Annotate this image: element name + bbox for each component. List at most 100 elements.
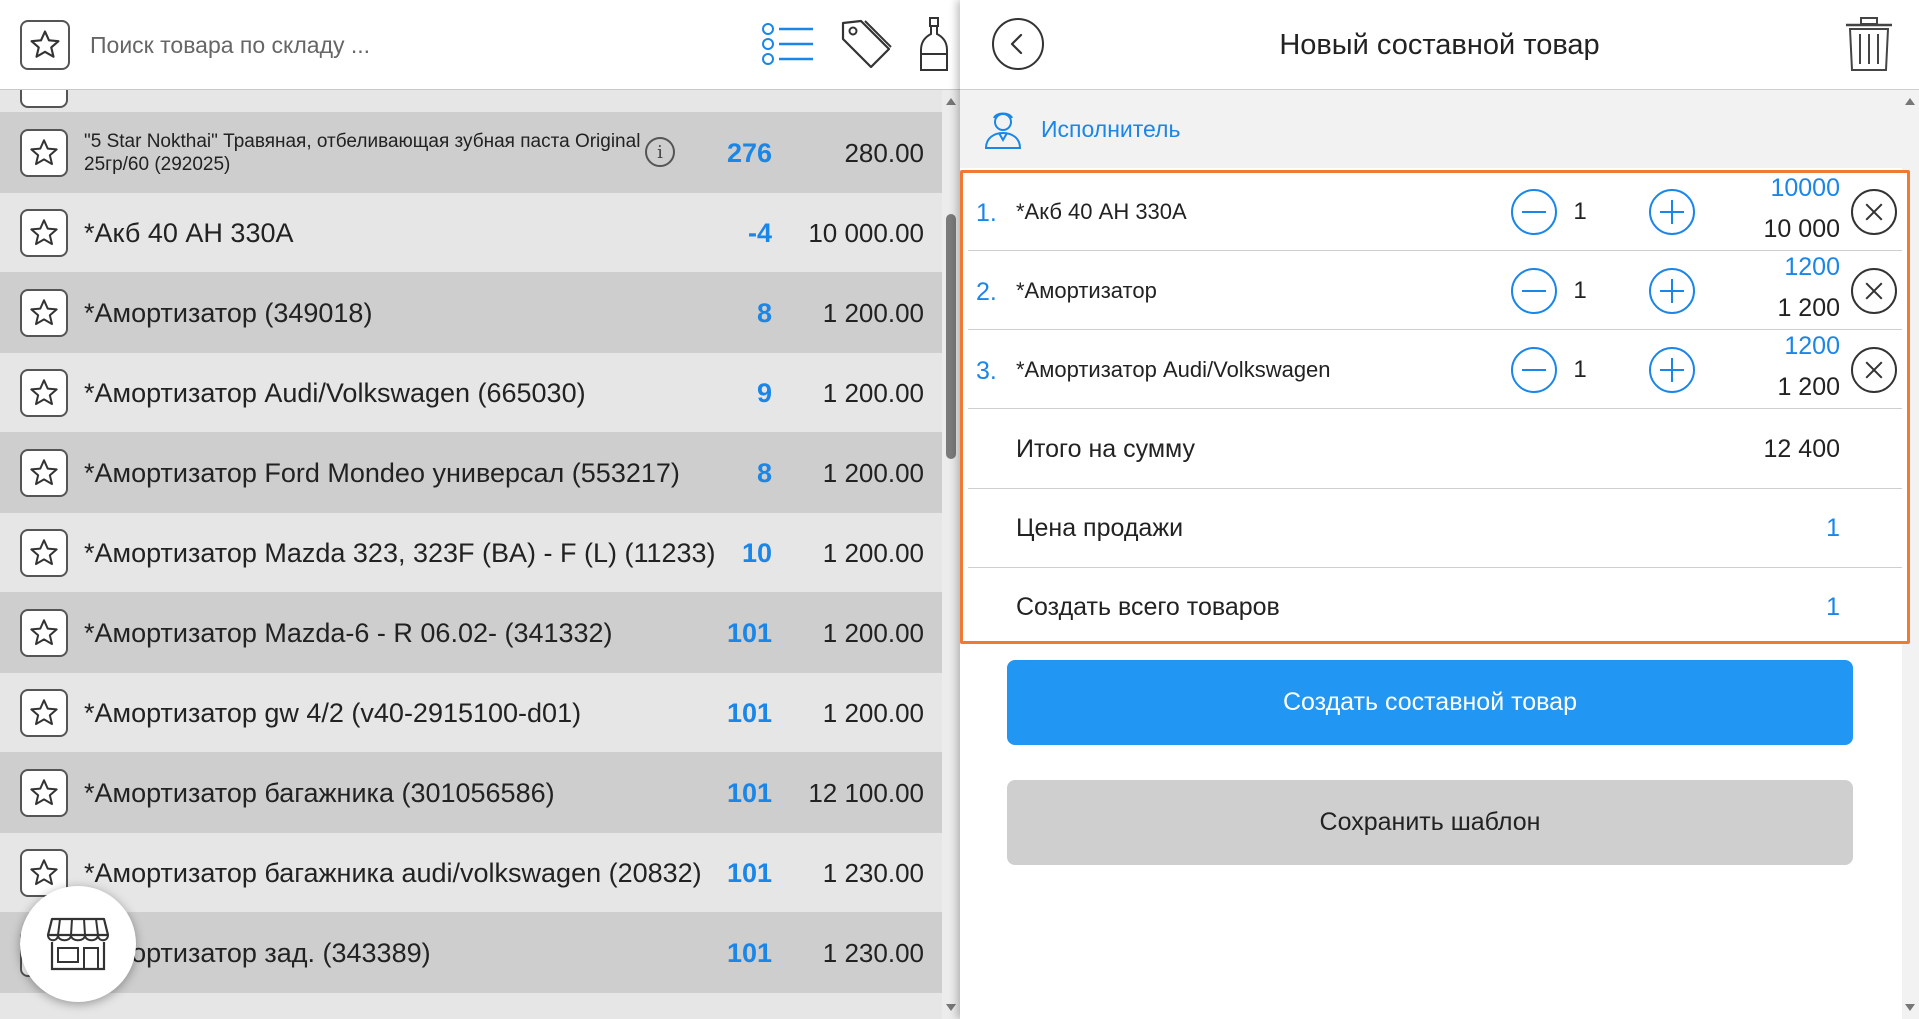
store-button[interactable]: [20, 886, 136, 1002]
create-count-row[interactable]: Создать всего товаров 1: [968, 568, 1902, 647]
list-view-button[interactable]: [760, 16, 816, 72]
product-price: 1 200.00: [822, 297, 924, 328]
info-icon[interactable]: i: [645, 137, 675, 167]
favorites-filter-button[interactable]: [20, 20, 70, 70]
panel-header: Новый составной товар: [960, 0, 1919, 90]
create-count-label: Создать всего товаров: [1016, 593, 1280, 621]
product-name: *Амортизатор Mazda 323, 323F (BA) - F (L…: [84, 537, 716, 568]
decrease-quantity-button[interactable]: [1511, 189, 1557, 235]
component-price-input[interactable]: 10000: [1770, 174, 1840, 203]
remove-component-button[interactable]: [1851, 268, 1897, 314]
product-name: *Амортизатор Mazda-6 - R 06.02- (341332): [84, 617, 613, 648]
component-quantity[interactable]: 1: [1560, 173, 1600, 251]
remove-component-button[interactable]: [1851, 347, 1897, 393]
list-item[interactable]: *Амортизатор gw 4/2 (v40-2915100-d01) 10…: [0, 673, 942, 753]
component-price-input[interactable]: 1200: [1784, 253, 1840, 282]
delete-button[interactable]: [1844, 16, 1894, 72]
product-stock: 101: [726, 777, 772, 808]
favorite-toggle-button[interactable]: [20, 609, 68, 657]
increase-quantity-button[interactable]: [1649, 347, 1695, 393]
list-item[interactable]: "5 Star Nokthai" Травяная, отбеливающая …: [0, 113, 942, 193]
create-composite-button[interactable]: Создать составной товар: [1007, 660, 1853, 745]
bottle-icon: [920, 17, 948, 71]
decrease-quantity-button[interactable]: [1511, 347, 1557, 393]
component-price-input[interactable]: 1200: [1784, 332, 1840, 361]
component-total: 10 000: [1763, 215, 1840, 243]
star-icon: [30, 379, 58, 406]
product-stock: 101: [726, 617, 772, 648]
product-name: "5 Star Nokthai" Травяная, отбеливающая …: [84, 131, 641, 175]
product-name: *Акб 40 АН 330А: [84, 217, 294, 248]
component-row: 2. *Амортизатор 1 1200 1 200: [968, 252, 1902, 330]
scroll-down-icon[interactable]: [946, 1004, 956, 1011]
product-stock: 101: [726, 937, 772, 968]
list-item[interactable]: *Амортизатор Ford Mondeo универсал (5532…: [0, 433, 942, 513]
scroll-down-icon[interactable]: [1905, 1004, 1915, 1011]
tags-button[interactable]: [838, 16, 894, 72]
favorite-toggle-button[interactable]: [20, 289, 68, 337]
product-stock: 101: [726, 697, 772, 728]
create-count-input[interactable]: 1: [1826, 568, 1840, 647]
favorite-toggle-button[interactable]: [20, 689, 68, 737]
star-icon: [30, 779, 58, 806]
search-input[interactable]: [90, 25, 710, 65]
list-item[interactable]: *Амортизатор багажника (301056586) 101 1…: [0, 753, 942, 833]
favorite-toggle-button[interactable]: [20, 369, 68, 417]
trash-icon: [1846, 17, 1892, 71]
sale-price-input[interactable]: 1: [1826, 489, 1840, 568]
increase-quantity-button[interactable]: [1649, 189, 1695, 235]
list-item[interactable]: *Амортизатор багажника audi/volkswagen (…: [0, 833, 942, 913]
list-scrollbar[interactable]: [942, 90, 960, 1019]
favorite-toggle-button[interactable]: [20, 769, 68, 817]
decrease-quantity-button[interactable]: [1511, 268, 1557, 314]
component-name: *Акб 40 АН 330А: [1016, 199, 1187, 224]
star-icon: [30, 459, 58, 486]
page-title: Новый составной товар: [1279, 28, 1600, 61]
scroll-thumb[interactable]: [946, 214, 956, 459]
component-name: *Амортизатор: [1016, 278, 1157, 303]
star-icon: [30, 619, 58, 646]
component-number: 2.: [976, 278, 997, 306]
list-item[interactable]: *Амортизатор Mazda-6 - R 06.02- (341332)…: [0, 593, 942, 673]
list-item[interactable]: *Амортизатор (349018) 8 1 200.00: [0, 273, 942, 353]
increase-quantity-button[interactable]: [1649, 268, 1695, 314]
save-template-button[interactable]: Сохранить шаблон: [1007, 780, 1853, 865]
product-stock: 9: [756, 377, 772, 408]
user-icon: [984, 112, 1022, 149]
star-icon: [30, 219, 58, 246]
executor-selector[interactable]: Исполнитель: [960, 90, 1902, 168]
product-name: *Амортизатор Audi/Volkswagen (665030): [84, 377, 586, 408]
star-icon: [30, 299, 58, 326]
list-item[interactable]: [0, 90, 942, 113]
product-name: *Амортизатор багажника audi/volkswagen (…: [84, 857, 702, 888]
bottle-button[interactable]: [914, 16, 954, 72]
list-item[interactable]: *Амортизатор Mazda 323, 323F (BA) - F (L…: [0, 513, 942, 593]
list-item[interactable]: *Акб 40 АН 330А -4 10 000.00: [0, 193, 942, 273]
component-total: 1 200: [1777, 373, 1840, 401]
favorite-toggle-button[interactable]: [20, 209, 68, 257]
sale-price-label: Цена продажи: [1016, 514, 1184, 542]
component-quantity[interactable]: 1: [1560, 252, 1600, 330]
list-icon: [762, 23, 813, 65]
product-stock: 101: [726, 857, 772, 888]
total-sum-value: 12 400: [1763, 435, 1840, 463]
favorite-toggle-button[interactable]: [20, 90, 68, 108]
scroll-up-icon[interactable]: [1905, 98, 1915, 105]
product-price: 280.00: [844, 137, 924, 168]
component-name: *Амортизатор Audi/Volkswagen: [1016, 357, 1331, 382]
list-item[interactable]: *Амортизатор зад. (343389) 101 1 230.00: [0, 913, 942, 993]
executor-label: Исполнитель: [1041, 115, 1181, 142]
list-item[interactable]: *Амортизатор Audi/Volkswagen (665030) 9 …: [0, 353, 942, 433]
component-quantity[interactable]: 1: [1560, 331, 1600, 409]
product-name: *Амортизатор зад. (343389): [84, 937, 431, 968]
star-icon: [30, 539, 58, 566]
favorite-toggle-button[interactable]: [20, 129, 68, 177]
star-icon: [30, 139, 58, 166]
favorite-toggle-button[interactable]: [20, 529, 68, 577]
remove-component-button[interactable]: [1851, 189, 1897, 235]
product-price: 1 200.00: [822, 537, 924, 568]
favorite-toggle-button[interactable]: [20, 449, 68, 497]
scroll-up-icon[interactable]: [946, 98, 956, 105]
product-name: *Амортизатор gw 4/2 (v40-2915100-d01): [84, 697, 582, 728]
sale-price-row[interactable]: Цена продажи 1: [968, 489, 1902, 568]
